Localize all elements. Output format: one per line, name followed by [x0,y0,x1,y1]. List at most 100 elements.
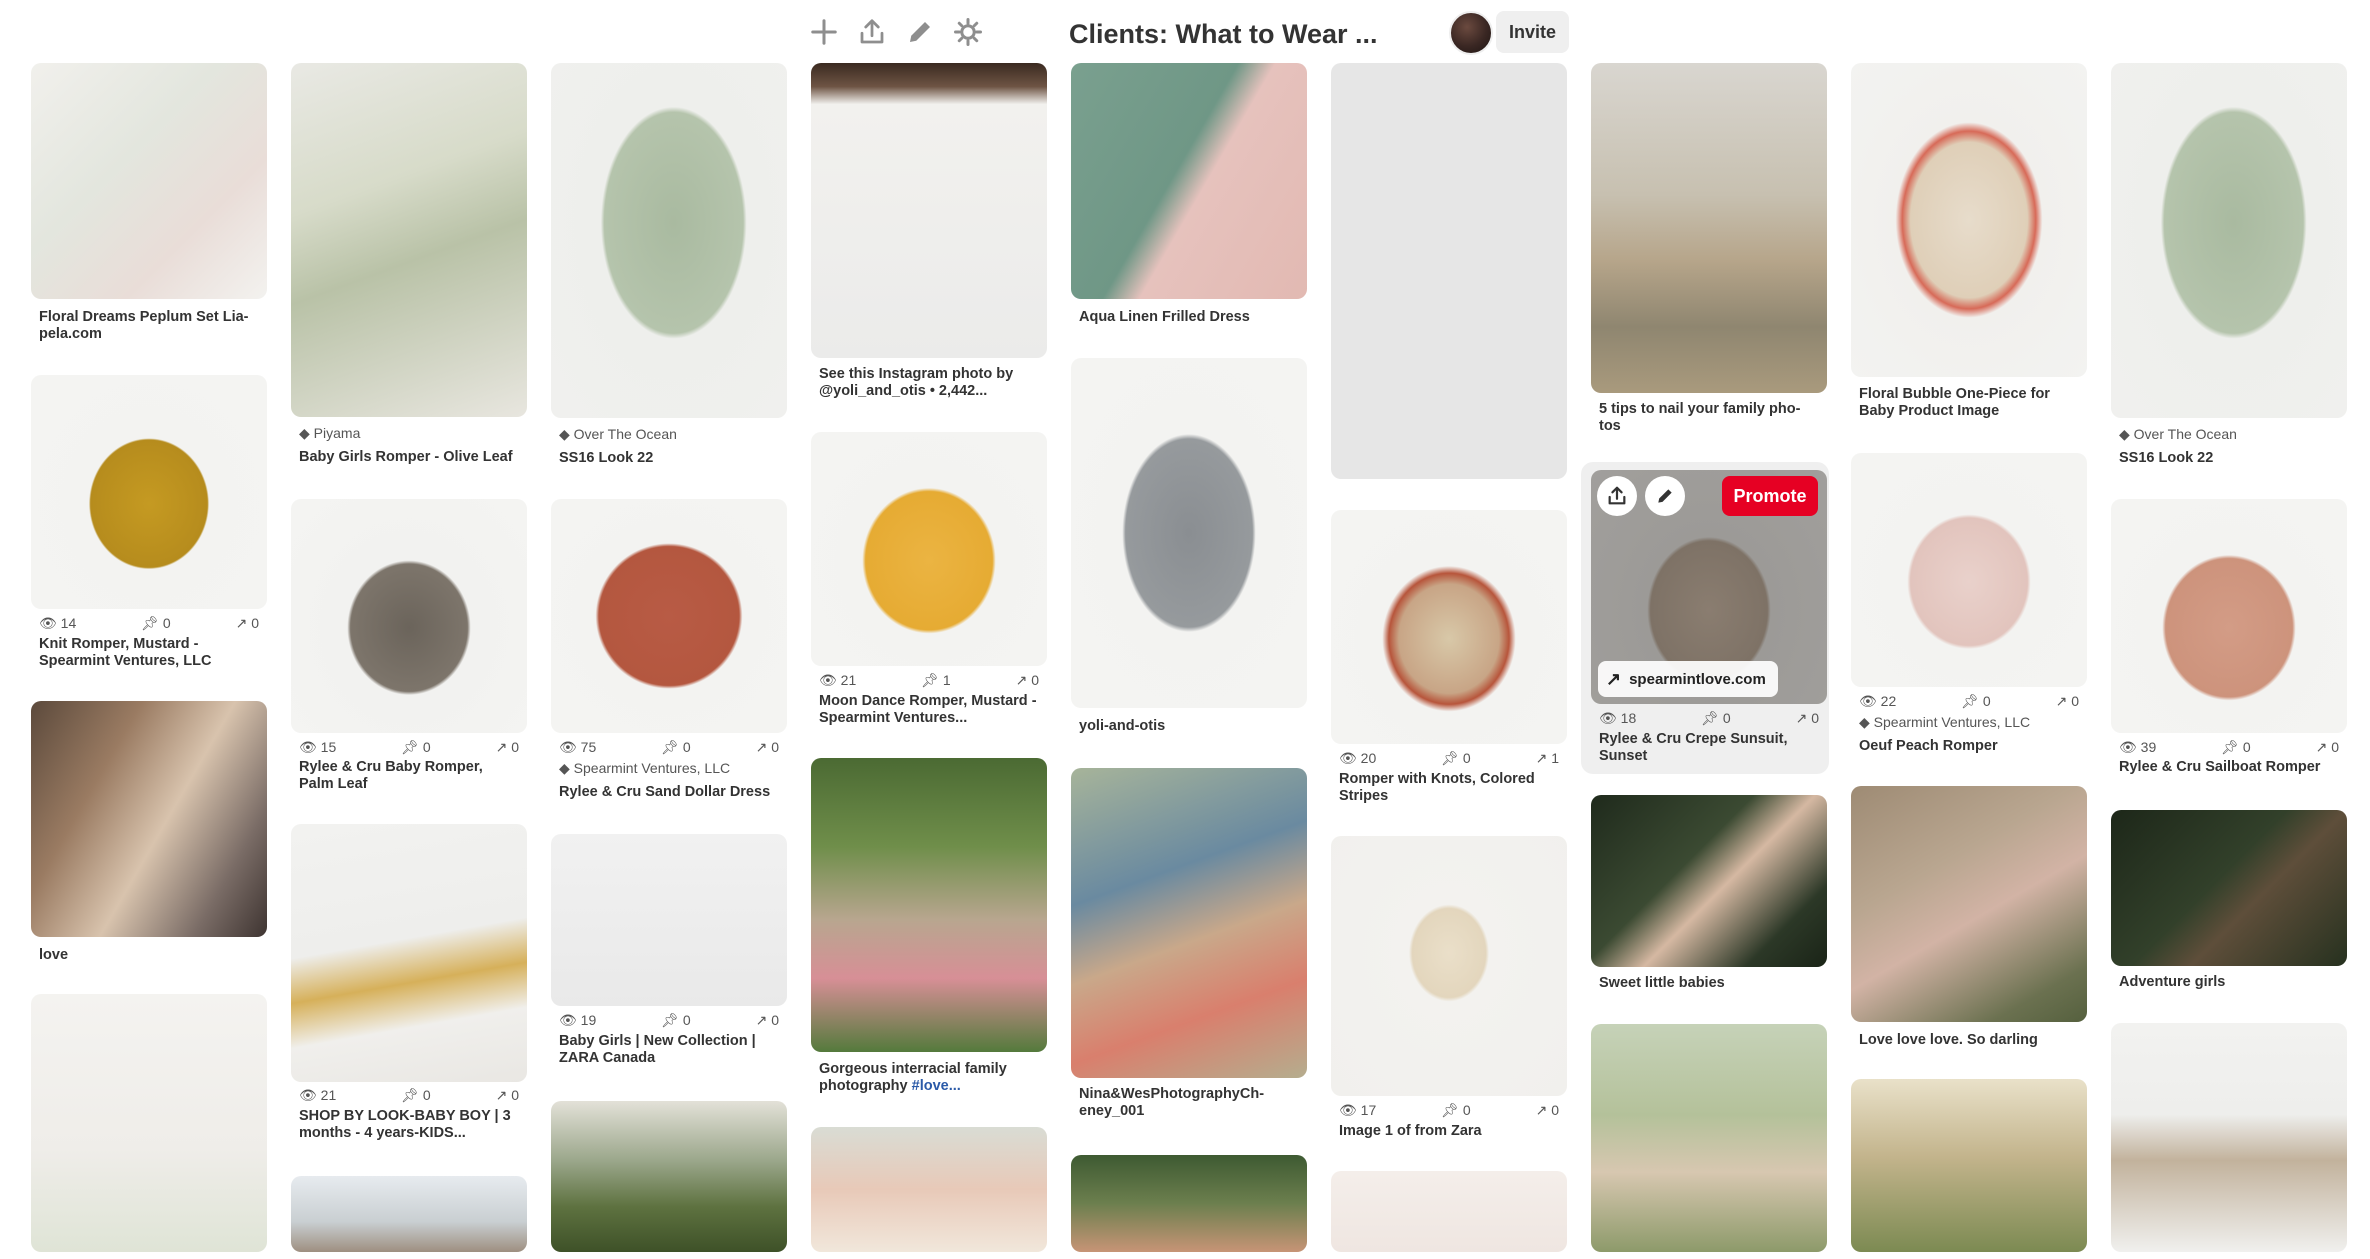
pin-image[interactable] [31,701,267,937]
pin-image[interactable] [811,432,1047,666]
pin-source[interactable]: ◆ Spearmint Ventures, LLC [559,760,730,777]
pin-image[interactable] [1071,1155,1307,1252]
pin-title[interactable]: Baby Girls Romper - Olive Leaf [299,449,521,466]
pin-title[interactable]: Moon Dance Romper, Mustard - Spearmint V… [819,693,1041,727]
eye-icon: 👁︎ [299,1087,317,1103]
pin-image[interactable] [1591,1024,1827,1252]
pin-image[interactable] [2111,810,2347,966]
pin-icon: 📌︎ [921,672,939,688]
pin-image[interactable] [811,63,1047,358]
pin-title[interactable]: SS16 Look 22 [2119,450,2341,467]
clicks-count: ↗ 0 [2055,693,2079,709]
pin-image[interactable] [551,63,787,418]
pin-title[interactable]: Baby Girls | New Collection | ZARA Canad… [559,1033,781,1067]
pin-icon: 📌︎ [1441,750,1459,766]
clicks-count: ↗ 0 [755,1012,779,1028]
pin-title[interactable]: 5 tips to nail your family pho-tos [1599,401,1821,435]
clicks-count: ↗ 0 [1015,672,1039,688]
views-count: 👁︎ 20 [1339,750,1377,766]
pin-title[interactable]: SS16 Look 22 [559,450,781,467]
pin-source[interactable]: ◆ Spearmint Ventures, LLC [1859,714,2030,731]
pin-title[interactable]: Image 1 of from Zara [1339,1123,1561,1140]
pin-image[interactable] [1851,1079,2087,1252]
pin-image[interactable] [1591,63,1827,393]
hashtag-link[interactable]: #love... [912,1078,961,1094]
pin-image[interactable] [31,994,267,1252]
pin-image[interactable] [1851,63,2087,377]
pin-icon: 📌︎ [661,739,679,755]
settings-icon[interactable] [950,14,986,50]
pin-image[interactable] [551,1101,787,1252]
pin-icon: 📌︎ [2221,739,2239,755]
pin-image[interactable] [1591,795,1827,967]
domain-link[interactable]: ↗ spearmintlove.com [1598,661,1778,697]
pin-image[interactable] [31,63,267,299]
pin-image[interactable] [2111,63,2347,418]
pin-image[interactable] [1331,1171,1567,1252]
pin-title[interactable]: Rylee & Cru Crepe Sunsuit, Sunset [1599,731,1821,765]
share-button[interactable] [1597,476,1637,516]
clicks-count: ↗ 0 [1535,1102,1559,1118]
pin-icon: 📌︎ [141,615,159,631]
arrow-icon: ↗ [1015,672,1028,688]
pin-title[interactable]: Rylee & Cru Baby Romper, Palm Leaf [299,759,521,793]
pin-source[interactable]: ◆ Over The Ocean [559,426,677,443]
saves-count: 📌︎ 0 [1441,750,1471,766]
pin-image[interactable] [291,824,527,1082]
saves-count: 📌︎ 0 [1701,710,1731,726]
pin-image-placeholder[interactable] [1331,63,1567,479]
pin-image[interactable] [811,758,1047,1052]
upload-icon[interactable] [854,14,890,50]
pin-image[interactable] [811,1127,1047,1252]
pin-image[interactable] [2111,499,2347,733]
pin-image[interactable] [291,499,527,733]
edit-button[interactable] [1645,476,1685,516]
pin-title[interactable]: Aqua Linen Frilled Dress [1079,309,1301,326]
invite-button[interactable]: Invite [1496,11,1569,53]
views-count: 👁︎ 39 [2119,739,2157,755]
pin-image[interactable] [291,1176,527,1252]
pin-title[interactable]: Sweet little babies [1599,975,1821,992]
pin-title[interactable]: love [39,947,261,964]
pin-image[interactable] [551,834,787,1006]
eye-icon: 👁︎ [1339,750,1357,766]
avatar[interactable] [1449,11,1493,55]
saves-count: 📌︎ 1 [921,672,951,688]
pin-image[interactable] [31,375,267,609]
pin-title[interactable]: See this Instagram photo by @yoli_and_ot… [819,366,1041,400]
pin-image[interactable] [291,63,527,417]
pin-image[interactable] [1331,510,1567,744]
pin-source[interactable]: ◆ Piyama [299,425,360,442]
pin-title[interactable]: Floral Dreams Peplum Set Lia-pela.com [39,309,261,343]
pin-stats: 👁︎ 75 📌︎ 0 ↗ 0 [559,739,779,756]
pin-title[interactable]: SHOP BY LOOK-BABY BOY | 3 months - 4 yea… [299,1108,521,1142]
pin-title[interactable]: Adventure girls [2119,974,2341,991]
pin-title[interactable]: Romper with Knots, Colored Stripes [1339,771,1561,805]
plus-icon[interactable] [806,14,842,50]
pin-image[interactable] [1071,63,1307,299]
pencil-icon[interactable] [902,14,938,50]
arrow-icon: ↗ [755,739,768,755]
arrow-icon: ↗ [1535,1102,1548,1118]
pin-image[interactable] [1071,358,1307,708]
pin-title[interactable]: Knit Romper, Mustard - Spearmint Venture… [39,636,261,670]
pin-source[interactable]: ◆ Over The Ocean [2119,426,2237,443]
pin-image[interactable] [1331,836,1567,1096]
pin-title[interactable]: Rylee & Cru Sailboat Romper [2119,759,2341,776]
pin-title[interactable]: Oeuf Peach Romper [1859,738,2081,755]
pin-image[interactable] [1851,786,2087,1022]
pin-image[interactable] [2111,1023,2347,1252]
promote-button[interactable]: Promote [1722,476,1818,516]
pin-image[interactable] [1071,768,1307,1078]
pin-title[interactable]: Floral Bubble One-Piece for Baby Product… [1859,386,2081,420]
pin-icon: 📌︎ [661,1012,679,1028]
pin-title[interactable]: Love love love. So darling [1859,1032,2081,1049]
pin-title[interactable]: Gorgeous interracial family photography … [819,1061,1041,1095]
pin-title[interactable]: Rylee & Cru Sand Dollar Dress [559,784,781,801]
pin-title[interactable]: yoli-and-otis [1079,718,1301,735]
pin-stats: 👁︎ 17 📌︎ 0 ↗ 0 [1339,1102,1559,1119]
eye-icon: 👁︎ [1339,1102,1357,1118]
pin-image[interactable] [1851,453,2087,687]
pin-title[interactable]: Nina&WesPhotographyCh-eney_001 [1079,1086,1301,1120]
pin-image[interactable] [551,499,787,733]
